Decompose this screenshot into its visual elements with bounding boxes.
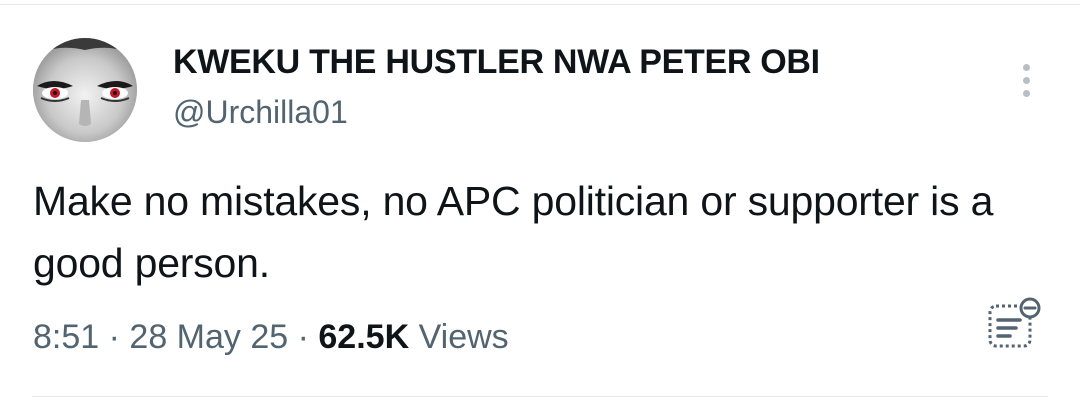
top-divider <box>0 4 1080 5</box>
more-vertical-icon-dot <box>1022 76 1030 84</box>
author-handle[interactable]: @Urchilla01 <box>173 92 348 132</box>
meta-separator: · <box>99 318 130 356</box>
views-count: 62.5K <box>318 318 410 356</box>
meta-separator: · <box>288 318 319 356</box>
avatar-eyes-image <box>33 38 137 142</box>
author-display-name[interactable]: KWEKU THE HUSTLER NWA PETER OBI <box>173 42 820 82</box>
tweet-date[interactable]: 28 May 25 <box>129 318 288 356</box>
more-vertical-icon-dot <box>1022 89 1030 97</box>
more-options-button[interactable] <box>1008 58 1044 102</box>
avatar[interactable] <box>33 38 137 142</box>
tweet-meta: 8:51 · 28 May 25 · 62.5K Views <box>33 315 509 359</box>
bottom-divider <box>32 396 1048 397</box>
post-analytics-icon[interactable] <box>984 294 1044 354</box>
tweet-time[interactable]: 8:51 <box>33 318 99 356</box>
tweet-text: Make no mistakes, no APC politician or s… <box>33 178 994 286</box>
more-vertical-icon <box>1022 63 1030 71</box>
views-label: Views <box>409 318 509 356</box>
